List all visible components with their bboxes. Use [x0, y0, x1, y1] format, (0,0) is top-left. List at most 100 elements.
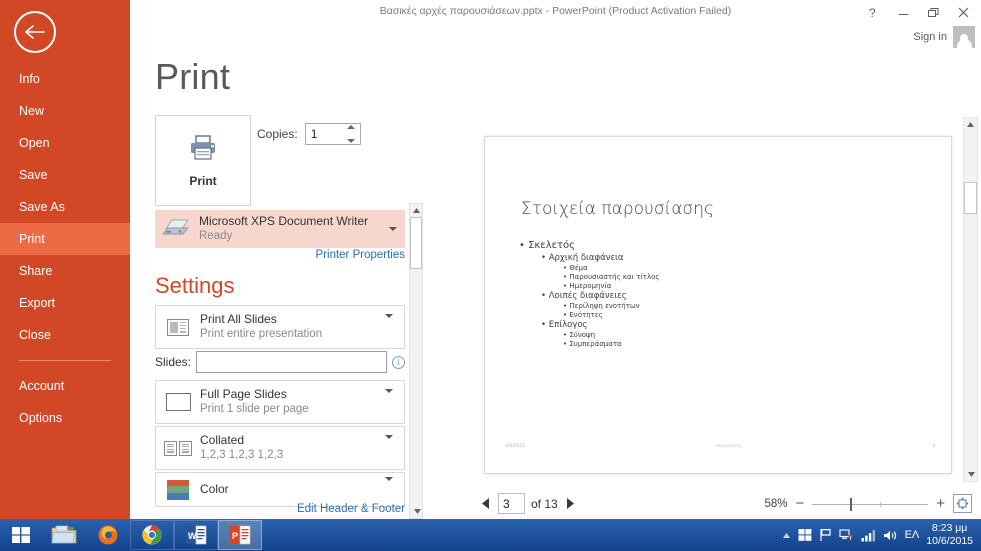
- sidebar-item-label: Share: [19, 264, 53, 278]
- slides-range-row: Slides: i: [155, 350, 405, 374]
- signal-bars-icon[interactable]: [861, 529, 876, 542]
- color-icon: [156, 479, 200, 500]
- chevron-down-icon[interactable]: [389, 227, 397, 231]
- settings-scrollbar[interactable]: [409, 203, 423, 519]
- slide-footer-text: παρουσίαση: [715, 444, 743, 449]
- print-settings-panel: Print Copies: Micr: [155, 115, 405, 519]
- flag-icon[interactable]: [819, 528, 832, 542]
- slide-title: Στοιχεία παρουσίασης: [521, 199, 714, 219]
- copies-label: Copies:: [257, 127, 298, 141]
- show-hidden-icons-arrow[interactable]: [782, 532, 791, 539]
- edit-header-footer-link[interactable]: Edit Header & Footer: [297, 503, 405, 515]
- spin-up-icon[interactable]: [347, 125, 356, 129]
- fit-to-window-icon[interactable]: [953, 494, 972, 513]
- title-bar: Βασικές αρχές παρουσιάσεων.pptx - PowerP…: [130, 0, 981, 48]
- previous-slide-icon[interactable]: [480, 496, 492, 512]
- sidebar-item-info[interactable]: Info: [0, 63, 130, 95]
- list-item: • Περίληψη ενοτήτων: [563, 302, 640, 310]
- spin-down-icon[interactable]: [347, 139, 356, 143]
- network-warning-icon[interactable]: [839, 528, 854, 542]
- language-indicator[interactable]: ΕΛ: [905, 529, 920, 541]
- list-item: • Παρουσιαστής και τίτλος: [563, 273, 660, 281]
- close-icon[interactable]: [949, 2, 977, 22]
- sign-in-area[interactable]: Sign in: [913, 26, 975, 48]
- print-button[interactable]: Print: [155, 115, 251, 206]
- setting-print-range[interactable]: Print All Slides Print entire presentati…: [155, 305, 405, 349]
- setting-color[interactable]: Color: [155, 472, 405, 507]
- sidebar-item-new[interactable]: New: [0, 95, 130, 127]
- scroll-down-icon[interactable]: [411, 505, 423, 517]
- sidebar-item-label: Export: [19, 296, 56, 310]
- list-item: • Θέμα: [563, 264, 588, 272]
- sidebar-item-save[interactable]: Save: [0, 159, 130, 191]
- sidebar-item-label: New: [19, 104, 45, 118]
- chevron-down-icon[interactable]: [385, 314, 393, 335]
- print-button-label: Print: [189, 173, 217, 188]
- powerpoint-icon[interactable]: P: [218, 520, 262, 550]
- print-range-icon: [156, 318, 200, 336]
- zoom-slider[interactable]: [812, 497, 929, 511]
- zoom-in-icon[interactable]: +: [936, 496, 945, 511]
- minimize-icon[interactable]: [889, 2, 917, 22]
- help-icon[interactable]: ?: [859, 2, 887, 22]
- scroll-up-icon[interactable]: [965, 118, 977, 130]
- svg-text:W: W: [188, 531, 197, 541]
- sidebar-item-print[interactable]: Print: [0, 223, 130, 255]
- restore-icon[interactable]: [919, 2, 947, 22]
- zoom-out-icon[interactable]: −: [795, 496, 804, 511]
- chevron-down-icon[interactable]: [385, 435, 393, 456]
- word-icon[interactable]: W: [174, 520, 218, 550]
- sidebar-item-open[interactable]: Open: [0, 127, 130, 159]
- clock[interactable]: 8:23 μμ 10/6/2015: [926, 522, 973, 548]
- setting-collation[interactable]: Collated 1,2,3 1,2,3 1,2,3: [155, 426, 405, 470]
- backstage-sidebar: Info New Open Save Save As Print Share E…: [0, 0, 130, 519]
- chevron-down-icon[interactable]: [385, 476, 393, 498]
- copies-stepper[interactable]: [304, 123, 361, 145]
- firefox-icon[interactable]: [86, 520, 130, 550]
- powerpoint-print-backstage: Βασικές αρχές παρουσιάσεων.pptx - PowerP…: [0, 0, 981, 551]
- volume-icon[interactable]: [883, 529, 898, 542]
- full-page-slides-icon: [156, 393, 200, 411]
- slide-preview[interactable]: Στοιχεία παρουσίασης • Σκελετός • Αρχική…: [484, 136, 952, 474]
- setting-layout[interactable]: Full Page Slides Print 1 slide per page: [155, 380, 405, 424]
- next-slide-icon[interactable]: [564, 496, 576, 512]
- sidebar-item-share[interactable]: Share: [0, 255, 130, 287]
- preview-scrollbar[interactable]: [963, 117, 978, 482]
- zoom-level-label: 58%: [764, 497, 788, 510]
- avatar[interactable]: [953, 26, 975, 48]
- sidebar-item-account[interactable]: Account: [0, 370, 130, 402]
- printer-selector[interactable]: Microsoft XPS Document Writer Ready: [155, 210, 405, 248]
- sidebar-item-save-as[interactable]: Save As: [0, 191, 130, 223]
- page-number-input[interactable]: [498, 493, 525, 514]
- slides-input[interactable]: [196, 351, 387, 373]
- list-item: • Ημερομηνία: [563, 282, 612, 290]
- chevron-down-icon[interactable]: [385, 389, 393, 410]
- sidebar-item-close[interactable]: Close: [0, 319, 130, 351]
- scroll-down-icon[interactable]: [965, 468, 977, 480]
- printer-properties-link[interactable]: Printer Properties: [316, 249, 405, 261]
- setting-secondary-label: 1,2,3 1,2,3 1,2,3: [200, 449, 284, 462]
- slide-body: • Σκελετός • Αρχική διαφάνεια • Θέμα • Π…: [519, 240, 919, 349]
- settings-heading: Settings: [155, 273, 235, 298]
- list-item: • Επίλογος: [541, 320, 588, 330]
- list-item: • Αρχική διαφάνεια: [541, 253, 624, 263]
- sidebar-item-label: Open: [19, 136, 50, 150]
- scroll-up-icon[interactable]: [410, 204, 422, 216]
- sidebar-item-label: Close: [19, 328, 51, 342]
- settings-scrollbar-thumb[interactable]: [410, 217, 422, 269]
- zoom-slider-handle[interactable]: [850, 497, 853, 511]
- list-item: • Σκελετός: [519, 240, 576, 251]
- sidebar-item-options[interactable]: Options: [0, 402, 130, 434]
- file-explorer-icon[interactable]: [42, 520, 86, 550]
- windows-start-icon[interactable]: [0, 519, 42, 551]
- preview-scrollbar-thumb[interactable]: [964, 182, 977, 214]
- windows-taskbar: W P ΕΛ 8:23 μμ 10/6/2015: [0, 519, 981, 551]
- chrome-icon[interactable]: [130, 520, 174, 550]
- copies-input[interactable]: [305, 124, 344, 144]
- printer-icon: [187, 134, 219, 167]
- back-arrow-icon[interactable]: [14, 11, 56, 53]
- info-icon[interactable]: i: [392, 355, 405, 369]
- action-center-icon[interactable]: [798, 528, 812, 542]
- setting-primary-label: Full Page Slides: [200, 386, 287, 401]
- sidebar-item-export[interactable]: Export: [0, 287, 130, 319]
